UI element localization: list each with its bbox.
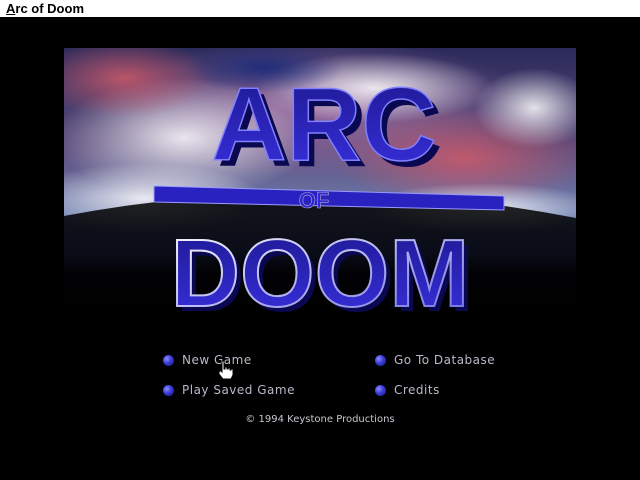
blue-orb-icon	[375, 384, 386, 396]
new-game-button[interactable]: New Game	[163, 352, 252, 368]
window-title: Arc of Doom	[6, 1, 84, 16]
copyright-text: © 1994 Keystone Productions	[245, 414, 395, 425]
logo-of: OF	[299, 188, 330, 213]
credits-label: Credits	[394, 383, 440, 397]
logo-arc: ARC	[211, 67, 436, 183]
earth-horizon-art: ARC ARC OF DOOM DOOM	[64, 48, 576, 323]
title-splash-image: ARC ARC OF DOOM DOOM	[64, 48, 576, 323]
title-mnemonic: A	[6, 1, 16, 16]
go-to-database-label: Go To Database	[394, 353, 496, 367]
blue-orb-icon	[163, 354, 174, 366]
window-titlebar: Arc of Doom	[0, 0, 640, 18]
go-to-database-button[interactable]: Go To Database	[375, 352, 495, 368]
hand-pointer-icon	[218, 360, 234, 380]
title-text: rc of Doom	[15, 1, 85, 16]
blue-orb-icon	[375, 354, 386, 366]
blue-orb-icon	[163, 384, 174, 396]
credits-button[interactable]: Credits	[375, 382, 440, 398]
play-saved-game-label: Play Saved Game	[182, 383, 295, 397]
game-screen: ARC ARC OF DOOM DOOM New Game Play Saved…	[0, 18, 640, 480]
logo-doom: DOOM	[171, 220, 470, 323]
play-saved-game-button[interactable]: Play Saved Game	[163, 382, 295, 398]
